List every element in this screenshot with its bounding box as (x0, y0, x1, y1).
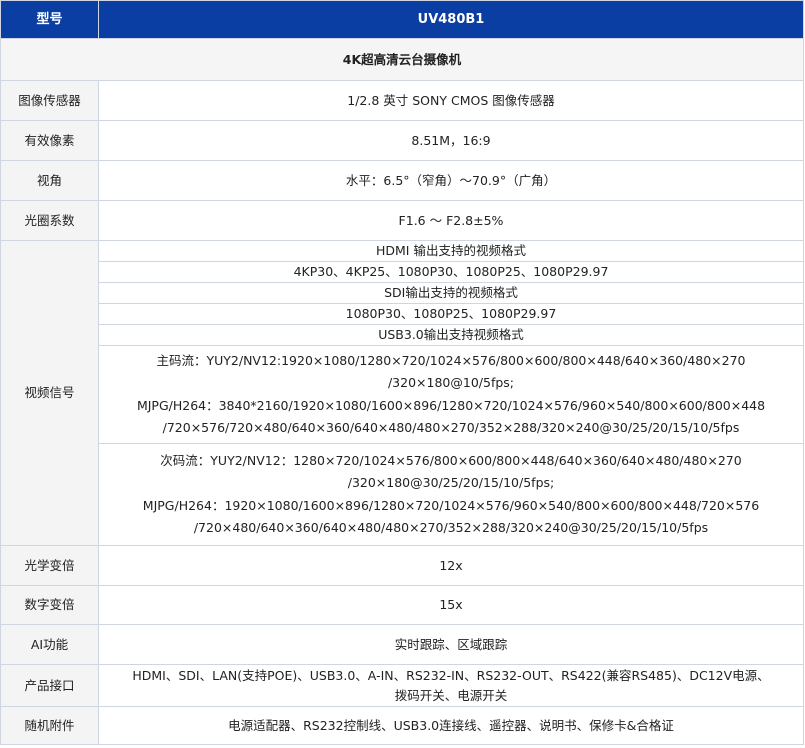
spec-line: /320×180@30/25/20/15/10/5fps; (347, 475, 555, 490)
table-row: USB3.0输出支持视频格式 (1, 324, 804, 346)
spec-line: /320×180@10/5fps; (387, 375, 515, 390)
ports-line: HDMI、SDI、LAN(支持POE)、USB3.0、A-IN、RS232-IN… (132, 667, 770, 683)
hdmi-format-title: HDMI 输出支持的视频格式 (98, 240, 804, 262)
ports-line: 拨码开关、电源开关 (394, 687, 508, 703)
product-title: 4K超高清云台摄像机 (0, 38, 804, 81)
row-label: 数字变倍 (0, 585, 99, 625)
sdi-format-title: SDI输出支持的视频格式 (98, 282, 804, 304)
table-row: 次码流：YUY2/NV12：1280×720/1024×576/800×600/… (1, 443, 804, 546)
spec-line: 次码流：YUY2/NV12：1280×720/1024×576/800×600/… (160, 452, 742, 468)
row-value: 8.51M，16:9 (98, 120, 804, 161)
row-label: 视频信号 (0, 240, 99, 546)
row-value: 电源适配器、RS232控制线、USB3.0连接线、遥控器、说明书、保修卡&合格证 (98, 706, 804, 745)
row-label: 有效像素 (0, 120, 99, 161)
row-label: 随机附件 (0, 706, 99, 745)
table-row: 数字变倍 15x (0, 585, 804, 625)
hdmi-format-list: 4KP30、4KP25、1080P30、1080P25、1080P29.97 (98, 261, 804, 283)
table-row: 视频信号 HDMI 输出支持的视频格式 (0, 240, 804, 546)
sub-stream-spec: 次码流：YUY2/NV12：1280×720/1024×576/800×600/… (98, 443, 804, 546)
table-row: SDI输出支持的视频格式 (1, 282, 804, 304)
spec-line: /720×576/720×480/640×360/640×480/480×270… (162, 420, 740, 435)
row-value: HDMI、SDI、LAN(支持POE)、USB3.0、A-IN、RS232-IN… (98, 664, 804, 707)
spec-table: 型号 UV480B1 4K超高清云台摄像机 图像传感器 1/2.8 英寸 SON… (0, 0, 804, 745)
table-row: 光圈系数 F1.6 ～ F2.8±5% (0, 200, 804, 241)
row-label: 视角 (0, 160, 99, 201)
header-row: 型号 UV480B1 (0, 0, 804, 39)
row-label: 图像传感器 (0, 80, 99, 121)
spec-line: 主码流：YUY2/NV12:1920×1080/1280×720/1024×57… (156, 352, 746, 368)
row-value: 1/2.8 英寸 SONY CMOS 图像传感器 (98, 80, 804, 121)
row-label: 产品接口 (0, 664, 99, 707)
table-row: 产品接口 HDMI、SDI、LAN(支持POE)、USB3.0、A-IN、RS2… (0, 664, 804, 707)
table-row: 1080P30、1080P25、1080P29.97 (1, 303, 804, 325)
header-model-label: 型号 (0, 0, 99, 39)
spec-line: MJPG/H264：3840*2160/1920×1080/1600×896/1… (136, 397, 766, 413)
table-row: AI功能 实时跟踪、区域跟踪 (0, 624, 804, 665)
table-row: 光学变倍 12x (0, 545, 804, 586)
table-row: 有效像素 8.51M，16:9 (0, 120, 804, 161)
table-row: 4KP30、4KP25、1080P30、1080P25、1080P29.97 (1, 261, 804, 283)
row-value: 15x (98, 585, 804, 625)
row-value: 12x (98, 545, 804, 586)
table-row: 随机附件 电源适配器、RS232控制线、USB3.0连接线、遥控器、说明书、保修… (0, 706, 804, 745)
row-value: 水平：6.5°（窄角）～70.9°（广角） (98, 160, 804, 201)
usb-format-title: USB3.0输出支持视频格式 (98, 324, 804, 346)
spec-line: MJPG/H264：1920×1080/1600×896/1280×720/10… (142, 497, 760, 513)
table-row: 视角 水平：6.5°（窄角）～70.9°（广角） (0, 160, 804, 201)
row-label: 光圈系数 (0, 200, 99, 241)
spec-line: /720×480/640×360/640×480/480×270/352×288… (193, 520, 709, 535)
row-value: 实时跟踪、区域跟踪 (98, 624, 804, 665)
sdi-format-list: 1080P30、1080P25、1080P29.97 (98, 303, 804, 325)
table-row: 图像传感器 1/2.8 英寸 SONY CMOS 图像传感器 (0, 80, 804, 121)
row-label: AI功能 (0, 624, 99, 665)
row-value: F1.6 ～ F2.8±5% (98, 200, 804, 241)
header-model-value: UV480B1 (98, 0, 804, 39)
table-row: 主码流：YUY2/NV12:1920×1080/1280×720/1024×57… (1, 345, 804, 444)
main-stream-spec: 主码流：YUY2/NV12:1920×1080/1280×720/1024×57… (98, 345, 804, 444)
product-title-row: 4K超高清云台摄像机 (0, 38, 804, 81)
row-label: 光学变倍 (0, 545, 99, 586)
